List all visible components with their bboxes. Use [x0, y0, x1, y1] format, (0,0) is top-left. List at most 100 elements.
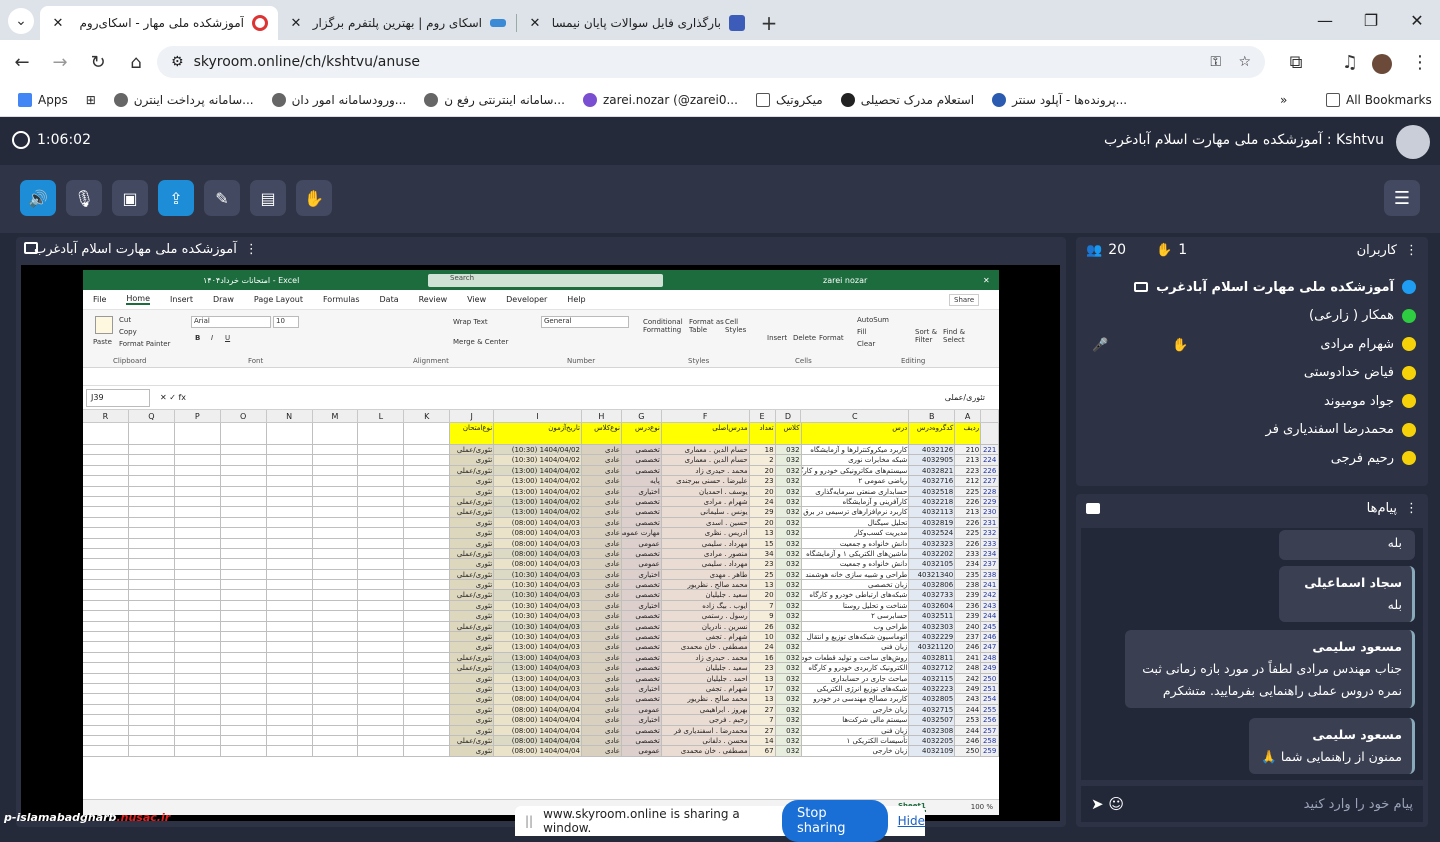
chrome-menu-icon[interactable]: ⋮	[1402, 44, 1438, 80]
drag-handle-icon[interactable]: ||	[525, 814, 533, 828]
empty-cell[interactable]	[404, 642, 451, 653]
empty-cell[interactable]	[404, 694, 451, 705]
empty-cell[interactable]	[312, 465, 359, 477]
empty-cell[interactable]	[128, 517, 175, 529]
table-cell[interactable]: اختیاری	[621, 715, 662, 726]
empty-cell[interactable]	[174, 507, 221, 518]
table-cell[interactable]: 7	[749, 715, 776, 726]
table-cell[interactable]: کاربرد مصالح مهندسی در خودرو	[801, 694, 910, 705]
empty-cell[interactable]	[128, 663, 175, 674]
empty-cell[interactable]	[404, 735, 451, 747]
table-cell[interactable]: عمومی	[621, 746, 662, 757]
excel-menu-page-layout[interactable]: Page Layout	[254, 295, 303, 304]
table-cell[interactable]: تخصصی	[621, 548, 662, 560]
empty-cell[interactable]	[404, 465, 451, 477]
row-number[interactable]: 221	[981, 445, 999, 456]
empty-cell[interactable]	[83, 632, 129, 643]
table-cell[interactable]: 4032205	[909, 735, 956, 747]
table-cell[interactable]: 032	[775, 632, 802, 643]
table-cell[interactable]: تئوری	[450, 725, 495, 736]
table-cell[interactable]: کاربرد نرم‌افزارهای ترسیمی در برق	[801, 507, 910, 518]
bookmark-2[interactable]: ورودسامانه امور دان...	[271, 93, 406, 107]
empty-cell[interactable]	[266, 590, 313, 601]
empty-cell[interactable]	[174, 496, 221, 508]
table-cell[interactable]: تخصصی	[621, 496, 662, 508]
empty-cell[interactable]	[174, 476, 221, 487]
empty-cell[interactable]	[83, 704, 129, 716]
empty-cell[interactable]	[358, 704, 405, 716]
empty-cell[interactable]	[312, 725, 359, 736]
table-cell[interactable]: علیرضا . حسنی بیرجندی	[661, 476, 750, 487]
empty-cell[interactable]	[83, 611, 129, 622]
table-cell[interactable]: 032	[775, 455, 802, 466]
underline-icon[interactable]: U	[225, 334, 230, 342]
table-cell[interactable]: 4032308	[909, 725, 956, 736]
empty-cell[interactable]	[404, 445, 451, 456]
row-number[interactable]: 257	[981, 725, 999, 736]
empty-cell[interactable]	[174, 590, 221, 601]
table-cell[interactable]: سیستم‌های مکاترونیکی خودرو و کارگاه	[801, 465, 910, 477]
table-cell[interactable]: 23	[749, 559, 776, 570]
table-cell[interactable]: 1404/04/03 (10:30)	[494, 569, 582, 581]
empty-cell[interactable]	[220, 611, 267, 622]
empty-cell[interactable]	[266, 621, 313, 633]
table-cell[interactable]: 1404/04/03 (08:00)	[494, 517, 582, 529]
column-header[interactable]: A	[955, 410, 982, 422]
empty-cell[interactable]	[358, 725, 405, 736]
table-cell[interactable]: عادی	[581, 632, 622, 643]
table-cell[interactable]: 1404/04/03 (08:00)	[494, 548, 582, 560]
table-cell[interactable]: سعید . جلیلیان	[661, 663, 750, 674]
tab-search-button[interactable]: ⌄	[8, 8, 34, 34]
table-cell[interactable]: 1404/04/04 (08:00)	[494, 746, 582, 757]
table-cell[interactable]: 032	[775, 538, 802, 549]
empty-cell[interactable]	[358, 652, 405, 664]
empty-cell[interactable]	[220, 548, 267, 560]
column-header[interactable]: D	[776, 410, 802, 422]
table-cell[interactable]: تئوری	[450, 517, 495, 529]
table-cell[interactable]: تئوری/عملی	[450, 507, 495, 518]
empty-cell[interactable]	[128, 704, 175, 716]
empty-cell[interactable]	[220, 455, 267, 466]
table-cell[interactable]: 210	[955, 445, 982, 456]
table-cell[interactable]: 032	[775, 735, 802, 747]
table-cell[interactable]: 032	[775, 611, 802, 622]
empty-cell[interactable]	[83, 517, 129, 529]
table-cell[interactable]: مدیریت کسب‌وکار	[801, 528, 910, 539]
table-cell[interactable]: 1404/04/02 (13:00)	[494, 465, 582, 477]
column-header[interactable]: E	[750, 410, 776, 422]
excel-search[interactable]: Search	[428, 274, 663, 287]
empty-cell[interactable]	[266, 496, 313, 508]
empty-cell[interactable]	[128, 746, 175, 757]
table-cell[interactable]: 4032218	[909, 496, 956, 508]
empty-cell[interactable]	[83, 600, 129, 612]
table-cell[interactable]: 20	[749, 486, 776, 497]
table-cell[interactable]: 246	[955, 642, 982, 653]
table-cell[interactable]: 234	[955, 559, 982, 570]
table-cell[interactable]: 1404/04/03 (08:00)	[494, 559, 582, 570]
empty-cell[interactable]	[312, 569, 359, 581]
table-cell[interactable]: 1404/04/02 (10:30)	[494, 455, 582, 466]
empty-cell[interactable]	[220, 683, 267, 695]
table-cell[interactable]: 032	[775, 673, 802, 684]
table-cell[interactable]: طاهر . مهدی	[661, 569, 750, 581]
table-cell[interactable]: عادی	[581, 580, 622, 591]
table-cell[interactable]: محمد . حیدری زاد	[661, 465, 750, 477]
empty-cell[interactable]	[174, 652, 221, 664]
table-cell[interactable]: تئوری/عملی	[450, 652, 495, 664]
empty-cell[interactable]	[128, 569, 175, 581]
empty-cell[interactable]	[266, 735, 313, 747]
table-cell[interactable]: 032	[775, 580, 802, 591]
empty-cell[interactable]	[358, 496, 405, 508]
empty-cell[interactable]	[220, 715, 267, 726]
table-cell[interactable]: کارآفرینی و آزمایشگاه	[801, 496, 910, 508]
excel-menu-data[interactable]: Data	[380, 295, 399, 304]
table-cell[interactable]: محسن . دلفانی	[661, 735, 750, 747]
empty-cell[interactable]	[83, 569, 129, 581]
empty-cell[interactable]	[128, 559, 175, 570]
empty-cell[interactable]	[404, 590, 451, 601]
empty-cell[interactable]	[83, 652, 129, 664]
empty-cell[interactable]	[128, 528, 175, 539]
empty-cell[interactable]	[128, 445, 175, 456]
header-cell[interactable]: مدرس‌اصلی	[661, 423, 750, 445]
table-cell[interactable]: 1404/04/03 (08:00)	[494, 538, 582, 549]
